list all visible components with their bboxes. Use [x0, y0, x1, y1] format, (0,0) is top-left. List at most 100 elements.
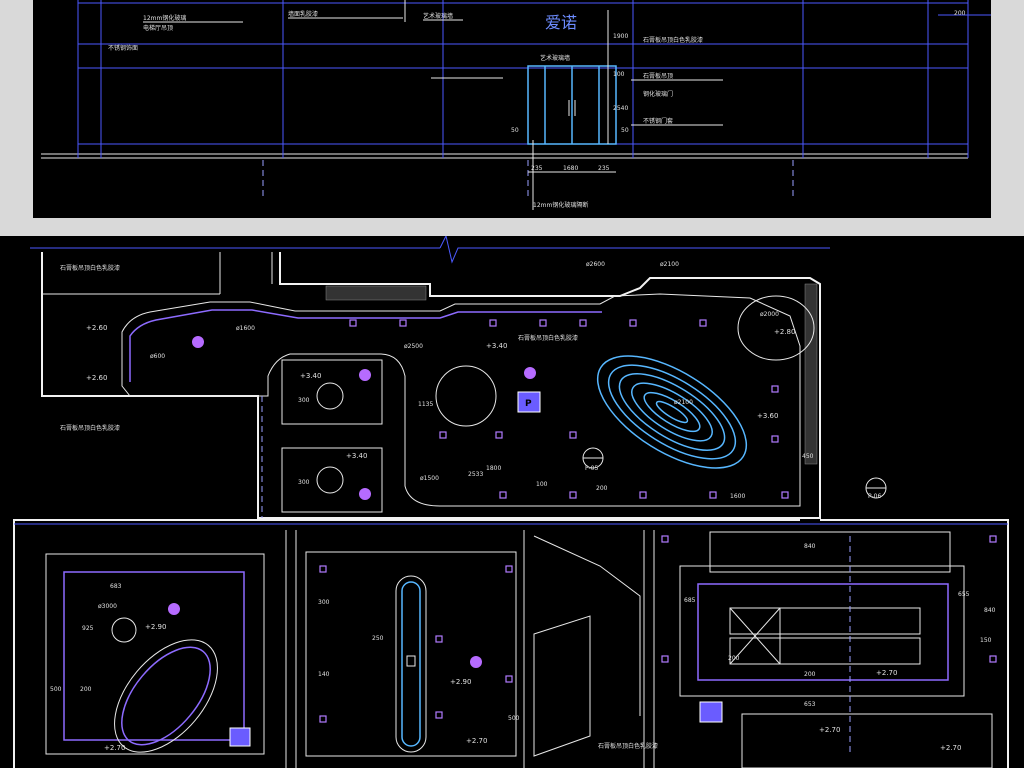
height-tag-13: +2.70 [940, 744, 961, 752]
height-tag-1: +2.60 [86, 374, 107, 382]
elev-label-0: 12mm钢化玻璃 [143, 14, 186, 22]
downlight [499, 491, 507, 499]
downlight [661, 655, 669, 663]
plan-dim-25: ø2600 [586, 261, 605, 268]
ceiling-plan-drawing: P P-05 P-06 +2.60 +2.60 +3.40 +3.40 +3.4… [0, 236, 1024, 768]
plan-dim-13: 300 [318, 599, 330, 606]
plan-dim-17: 840 [804, 543, 816, 550]
downlight [569, 431, 577, 439]
plan-dim-4: 1800 [486, 465, 501, 472]
height-tag-10: +2.70 [466, 737, 487, 745]
height-tag-2: +3.40 [300, 372, 321, 380]
ellipse-ring-4 [631, 382, 713, 442]
pendant-fixture [470, 656, 482, 668]
lower-diagonal-wall [533, 535, 641, 716]
downlight [629, 319, 637, 327]
elev-label-1: 电梯厅吊顶 [143, 24, 173, 32]
pendant-fixture [168, 603, 180, 615]
downlight [439, 431, 447, 439]
lower-right-led [697, 583, 949, 681]
pendant-fixture [359, 488, 371, 500]
plan-dim-27: ø1600 [236, 325, 255, 332]
elev-dim-4: 50 [511, 127, 519, 134]
downlight [435, 711, 443, 719]
elev-dim-0: 200 [954, 10, 966, 17]
plan-note-3: 石膏板吊顶白色乳胶漆 [598, 742, 658, 750]
height-tag-7: +2.90 [145, 623, 166, 631]
downlight [771, 435, 779, 443]
elev-label-2: 不锈钢饰面 [108, 44, 138, 52]
downlight [661, 535, 669, 543]
circular-ceiling-feature [435, 365, 497, 427]
downlight [319, 715, 327, 723]
brand-sub: 艺术玻璃墙 [540, 54, 570, 62]
plan-dim-5: 100 [536, 481, 548, 488]
downlight [579, 319, 587, 327]
plan-note-0: 石膏板吊顶白色乳胶漆 [60, 264, 120, 272]
downlight [495, 431, 503, 439]
brand-text: 爱诺 [545, 13, 577, 32]
plan-dim-7: 1600 [730, 493, 745, 500]
ellipse-ring-1 [596, 355, 748, 469]
plan-dim-6: 200 [596, 485, 608, 492]
parking-symbol-2 [229, 727, 251, 747]
room-a-light [316, 382, 344, 410]
elev-dim-1: 1900 [613, 33, 628, 40]
plan-dim-3: 2533 [468, 471, 483, 478]
plan-dim-33: ø2000 [760, 311, 779, 318]
downlight [771, 385, 779, 393]
elevation-svg: 爱诺 艺术玻璃墙 12mm钢化玻璃 电梯厅吊顶 不锈钢饰面 墙面乳胶漆 艺术玻璃… [41, 0, 991, 210]
elevation-drawing: 爱诺 艺术玻璃墙 12mm钢化玻璃 电梯厅吊顶 不锈钢饰面 墙面乳胶漆 艺术玻璃… [33, 0, 991, 218]
elev-label-4: 艺术玻璃墙 [423, 12, 453, 20]
elev-label-9: 12mm钢化玻璃隔断 [533, 201, 588, 209]
plan-dim-0: 300 [298, 397, 310, 404]
elev-dim-6: 235 [531, 165, 543, 172]
downlight [539, 319, 547, 327]
plan-dim-19: 655 [958, 591, 970, 598]
plan-ref-break [439, 236, 830, 264]
downlight [489, 319, 497, 327]
lower-right-ceiling [679, 565, 965, 697]
lower-glass-wall [533, 615, 591, 757]
elev-dim-8: 235 [598, 165, 610, 172]
plan-dim-8: 450 [802, 453, 814, 460]
height-tag-0: +2.60 [86, 324, 107, 332]
downlight [989, 535, 997, 543]
downlight [709, 491, 717, 499]
plan-svg: P P-05 P-06 +2.60 +2.60 +3.40 +3.40 +3.4… [13, 236, 1009, 768]
plan-dim-16: 500 [508, 715, 520, 722]
elev-label-6: 石膏板吊顶 [643, 72, 673, 80]
height-tag-3: +3.40 [346, 452, 367, 460]
parking-symbol-3 [699, 701, 723, 723]
plan-dim-28: ø2500 [404, 343, 423, 350]
height-tag-8: +2.90 [450, 678, 471, 686]
height-tag-5: +2.80 [774, 328, 795, 336]
lower-outer-wall-right [820, 519, 1009, 768]
section-mark-1-text: P-05 [585, 465, 598, 472]
elev-dim-5: 50 [621, 127, 629, 134]
lower-right-bottom-room [741, 713, 993, 768]
plan-dim-24: 200 [728, 655, 740, 662]
stair-hatch [325, 285, 427, 301]
downlight [505, 565, 513, 573]
plan-dim-11: 500 [50, 686, 62, 693]
height-tag-11: +2.70 [876, 669, 897, 677]
plan-dim-9: 683 [110, 583, 122, 590]
plan-note-1: 石膏板吊顶白色乳胶漆 [60, 424, 120, 432]
height-tag-4: +3.40 [486, 342, 507, 350]
lower-outer-wall-left [13, 519, 800, 768]
plan-dim-2: 1135 [418, 401, 433, 408]
plan-dim-14: 250 [372, 635, 384, 642]
plan-dim-32: ø2100 [674, 399, 693, 406]
elev-label-8: 不锈钢门套 [643, 117, 673, 125]
right-wall-hatch [804, 283, 818, 465]
downlight [699, 319, 707, 327]
elev-label-3: 墙面乳胶漆 [288, 10, 318, 18]
downlight [639, 491, 647, 499]
capsule-light-outer [395, 575, 427, 753]
height-tag-9: +2.70 [104, 744, 125, 752]
capsule-node [406, 655, 416, 667]
lower-left-oval-inner [121, 646, 211, 746]
room-b-light [316, 466, 344, 494]
downlight [989, 655, 997, 663]
